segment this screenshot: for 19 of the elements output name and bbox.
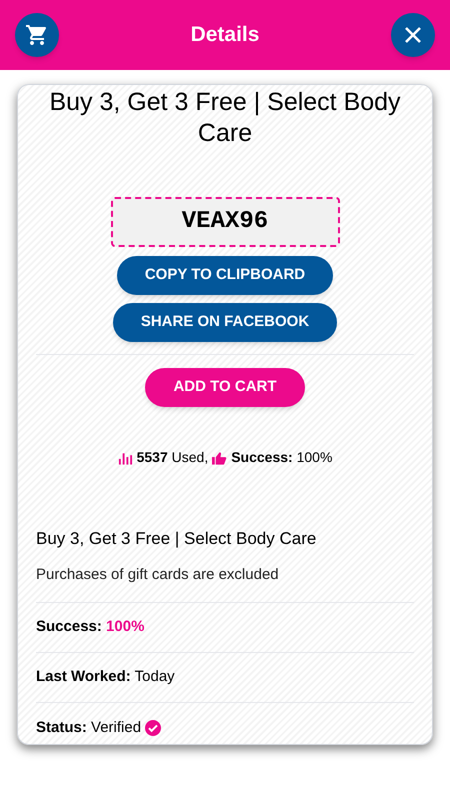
detail-text: Last Worked: Today (36, 667, 175, 688)
detail-text: Status: Verified (36, 718, 142, 738)
deal-title: Buy 3, Get 3 Free | Select Body Care (48, 87, 402, 149)
offer-title: Buy 3, Get 3 Free | Select Body Care (36, 528, 318, 550)
add-to-cart-button[interactable]: ADD TO CART (145, 368, 305, 407)
bar-chart-icon (118, 450, 133, 464)
detail-text: Success: 100% (36, 617, 144, 638)
screen-title: Details (190, 22, 260, 48)
offer-description: Purchases of gift cards are excluded (36, 564, 414, 603)
close-button[interactable] (391, 13, 435, 57)
cart-icon (25, 23, 49, 47)
coupon-code: VEAX96 (110, 197, 340, 247)
action-button[interactable]: SHARE ON FACEBOOK (112, 303, 338, 342)
thumbs-up-icon (212, 450, 228, 464)
action-button[interactable]: COPY TO CLIPBOARD (116, 256, 334, 295)
cart-button[interactable] (15, 13, 59, 57)
stat-text: Success: 100% (231, 448, 332, 467)
stat-text: 5537 Used, (136, 448, 208, 467)
close-icon (403, 25, 423, 45)
